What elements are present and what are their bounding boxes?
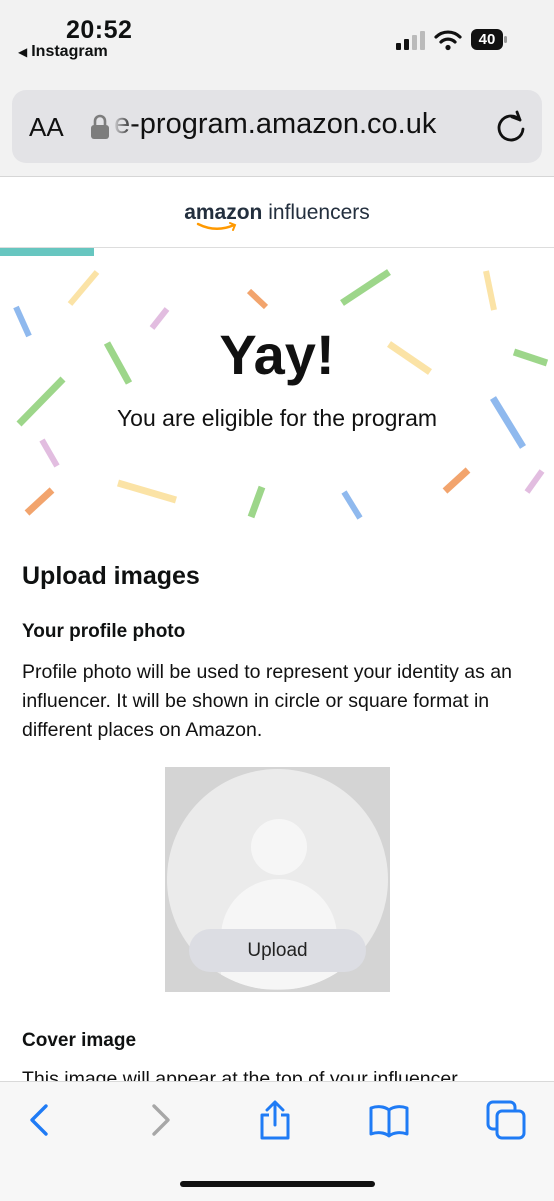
hero-title: Yay! <box>219 323 335 386</box>
status-bar: 20:52 ◀ Instagram 40 <box>0 0 554 80</box>
back-to-app-link[interactable]: ◀ Instagram <box>18 43 108 61</box>
url-text[interactable]: e-program.amazon.co.uk <box>114 108 484 141</box>
logo-bold: amazon <box>184 201 263 224</box>
browser-toolbar: AA e-program.amazon.co.uk <box>0 80 554 177</box>
reload-icon[interactable] <box>495 110 527 144</box>
battery-icon: 40 <box>471 29 507 50</box>
forward-icon[interactable] <box>140 1100 180 1140</box>
upload-images-heading: Upload images <box>22 562 200 590</box>
status-time: 20:52 <box>66 16 133 44</box>
site-header: amazon influencers <box>0 177 554 248</box>
share-icon[interactable] <box>255 1100 295 1140</box>
progress-bar <box>0 248 94 256</box>
confetti-decoration <box>13 269 549 520</box>
amazon-influencers-logo[interactable]: amazon influencers <box>0 201 554 225</box>
profile-photo-heading: Your profile photo <box>22 621 186 642</box>
back-app-label: Instagram <box>31 43 108 60</box>
text-size-label: AA <box>29 112 64 142</box>
home-indicator[interactable] <box>180 1181 375 1187</box>
logo-rest: influencers <box>262 201 370 224</box>
battery-level: 40 <box>478 31 496 48</box>
tabs-icon[interactable] <box>486 1100 526 1140</box>
back-icon[interactable] <box>20 1100 60 1140</box>
lock-icon <box>91 114 109 139</box>
address-bar[interactable]: AA e-program.amazon.co.uk <box>12 90 542 163</box>
amazon-smile-icon <box>196 222 237 231</box>
profile-photo-description: Profile photo will be used to represent … <box>22 661 512 741</box>
bookmarks-icon[interactable] <box>369 1100 409 1140</box>
back-triangle-icon: ◀ <box>18 45 28 59</box>
upload-button[interactable]: Upload <box>189 929 366 972</box>
hero-subtitle: You are eligible for the program <box>116 405 438 431</box>
cover-image-heading: Cover image <box>22 1030 137 1051</box>
wifi-icon <box>434 30 462 51</box>
cellular-signal-icon <box>396 31 425 50</box>
url-fade <box>112 100 134 150</box>
avatar-head-icon <box>251 819 307 875</box>
text-size-button[interactable]: AA <box>29 112 64 143</box>
